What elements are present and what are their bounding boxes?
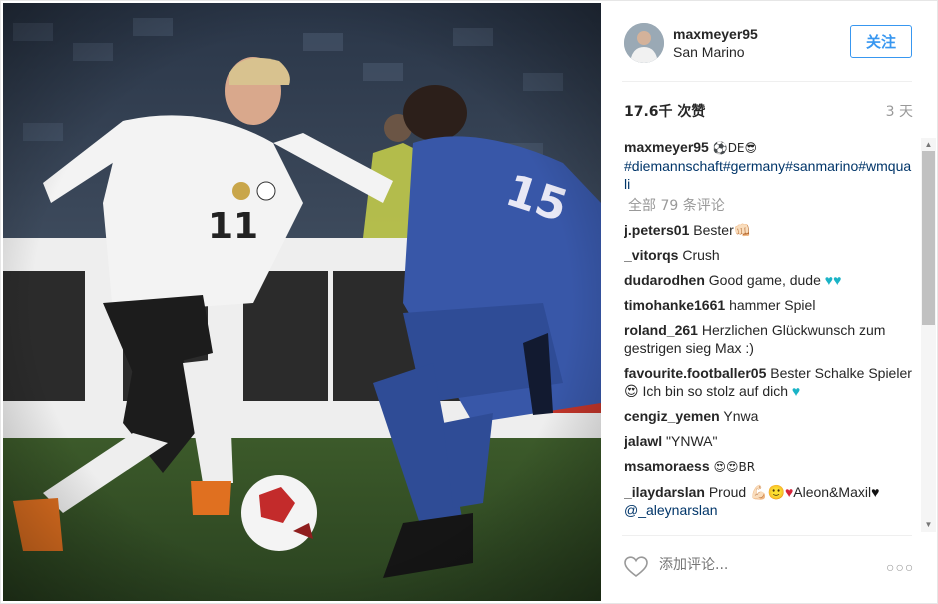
avatar[interactable] <box>624 23 664 63</box>
post-time[interactable]: 3 天 <box>886 101 913 121</box>
comment-item: _ilaydarslan Proud 💪🏻🙂♥Aleon&Maxil♥ @_al… <box>624 483 914 519</box>
comment-text: Ynwa <box>723 408 759 424</box>
comment-text: Bester👊🏻 <box>693 222 752 238</box>
likes-count[interactable]: 17.6千 次赞 <box>624 101 705 121</box>
comment-username[interactable]: favourite.footballer05 <box>624 365 766 381</box>
comment-username[interactable]: j.peters01 <box>624 222 689 238</box>
avatar-image <box>624 23 664 63</box>
heart-outline-icon[interactable] <box>624 556 648 578</box>
comment-username[interactable]: timohanke1661 <box>624 297 725 313</box>
footer-divider <box>622 535 912 536</box>
follow-button[interactable]: 关注 <box>850 25 912 58</box>
comment-item: jalawl "YNWA" <box>624 432 914 450</box>
comment-item: _vitorqs Crush <box>624 246 914 264</box>
comment-text: Proud 💪🏻🙂 <box>708 484 785 500</box>
add-comment-input[interactable] <box>659 557 859 573</box>
comment-username[interactable]: msamoraess <box>624 458 710 474</box>
post-location[interactable]: San Marino <box>673 44 745 60</box>
scrollbar-thumb[interactable] <box>922 151 935 325</box>
comment-username[interactable]: roland_261 <box>624 322 698 338</box>
post-username[interactable]: maxmeyer95 <box>673 26 758 42</box>
comment-item: j.peters01 Bester👊🏻 <box>624 221 914 239</box>
comment-mention[interactable]: @_aleynarslan <box>624 501 914 519</box>
header-divider <box>622 81 912 82</box>
comment-item: dudarodhen Good game, dude ♥♥ <box>624 271 914 289</box>
comment-item: cengiz_yemen Ynwa <box>624 407 914 425</box>
scroll-up-arrow-icon[interactable]: ▲ <box>922 139 935 151</box>
comment-text: Crush <box>682 247 720 263</box>
caption-username[interactable]: maxmeyer95 <box>624 139 709 155</box>
comment-item: favourite.footballer05 Bester Schalke Sp… <box>624 364 914 400</box>
comment-item: roland_261 Herzlichen Glückwunsch zum ge… <box>624 321 914 357</box>
comment-item: msamoraess 😍😍BR <box>624 457 914 476</box>
comment-text: 😍😍BR <box>713 460 756 474</box>
post-side-panel: maxmeyer95 San Marino 关注 17.6千 次赞 3 天 ma… <box>602 3 937 601</box>
comment-text: hammer Spiel <box>729 297 816 313</box>
instagram-post-frame: 11 15 <box>0 0 938 604</box>
football-photo: 11 15 <box>3 3 601 601</box>
heart-emoji-icon: ♥♥ <box>824 272 842 288</box>
caption-emoji: ⚽DE😎 <box>712 141 758 155</box>
heart-emoji-icon: ♥ <box>791 383 801 399</box>
black-heart-icon: ♥ <box>871 484 880 500</box>
post-photo[interactable]: 11 15 <box>3 3 601 601</box>
comment-username[interactable]: dudarodhen <box>624 272 705 288</box>
scroll-down-arrow-icon[interactable]: ▼ <box>922 519 935 531</box>
comments-list[interactable]: maxmeyer95 ⚽DE😎 #diemannschaft#germany#s… <box>624 138 914 530</box>
comment-username[interactable]: _vitorqs <box>624 247 678 263</box>
comment-text: Good game, dude <box>708 272 821 288</box>
caption-hashtags[interactable]: #diemannschaft#germany#sanmarino#wmquali <box>624 157 914 193</box>
comment-username[interactable]: cengiz_yemen <box>624 408 720 424</box>
post-header: maxmeyer95 San Marino 关注 <box>602 3 937 81</box>
comment-username[interactable]: _ilaydarslan <box>624 484 705 500</box>
more-options-icon[interactable]: ○○○ <box>886 559 914 575</box>
comment-text-b: Aleon&Maxil <box>793 484 872 500</box>
view-all-comments-link[interactable]: 全部 79 条评论 <box>628 197 914 215</box>
comment-username[interactable]: jalawl <box>624 433 662 449</box>
comment-text: "YNWA" <box>666 433 718 449</box>
comment-item: timohanke1661 hammer Spiel <box>624 296 914 314</box>
caption: maxmeyer95 ⚽DE😎 #diemannschaft#germany#s… <box>624 138 914 193</box>
